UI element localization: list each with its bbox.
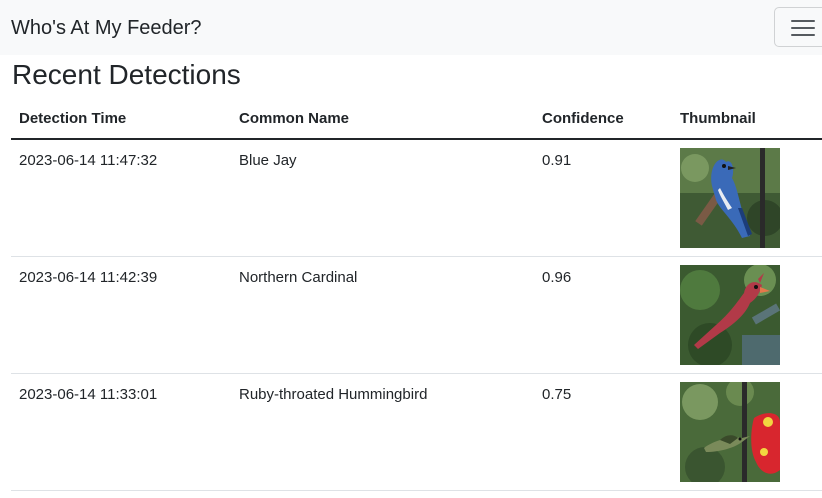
- detection-time-cell: 2023-06-14 11:33:01: [11, 373, 231, 491]
- header-common-name[interactable]: Common Name: [231, 99, 534, 140]
- confidence-cell: 0.75: [534, 373, 672, 491]
- header-thumbnail[interactable]: Thumbnail: [672, 99, 822, 140]
- detection-time-cell: 2023-06-14 11:42:39: [11, 256, 231, 374]
- header-confidence[interactable]: Confidence: [534, 99, 672, 140]
- page-title: Recent Detections: [12, 59, 241, 90]
- table-row[interactable]: 2023-06-14 11:33:01 Ruby-throated Hummin…: [11, 373, 822, 491]
- table-header-row: Detection Time Common Name Confidence Th…: [11, 99, 822, 140]
- confidence-cell: 0.96: [534, 256, 672, 374]
- navbar: Who's At My Feeder?: [0, 0, 822, 55]
- confidence-cell: 0.91: [534, 139, 672, 257]
- hummingbird-thumbnail[interactable]: [680, 381, 780, 482]
- table-row[interactable]: 2023-06-14 11:42:39 Northern Cardinal 0.…: [11, 256, 822, 374]
- table-row[interactable]: 2023-06-14 11:47:32 Blue Jay 0.91: [11, 139, 822, 257]
- common-name-cell[interactable]: Ruby-throated Hummingbird: [231, 373, 534, 491]
- blue-jay-thumbnail[interactable]: [680, 148, 780, 248]
- northern-cardinal-thumbnail[interactable]: [680, 264, 780, 365]
- common-name-cell[interactable]: Northern Cardinal: [231, 256, 534, 374]
- navbar-toggler-button[interactable]: [774, 7, 822, 47]
- navbar-brand[interactable]: Who's At My Feeder?: [11, 16, 202, 40]
- detections-table: Detection Time Common Name Confidence Th…: [11, 99, 822, 491]
- header-detection-time[interactable]: Detection Time: [11, 99, 231, 140]
- detection-time-cell: 2023-06-14 11:47:32: [11, 139, 231, 257]
- common-name-cell[interactable]: Blue Jay: [231, 139, 534, 257]
